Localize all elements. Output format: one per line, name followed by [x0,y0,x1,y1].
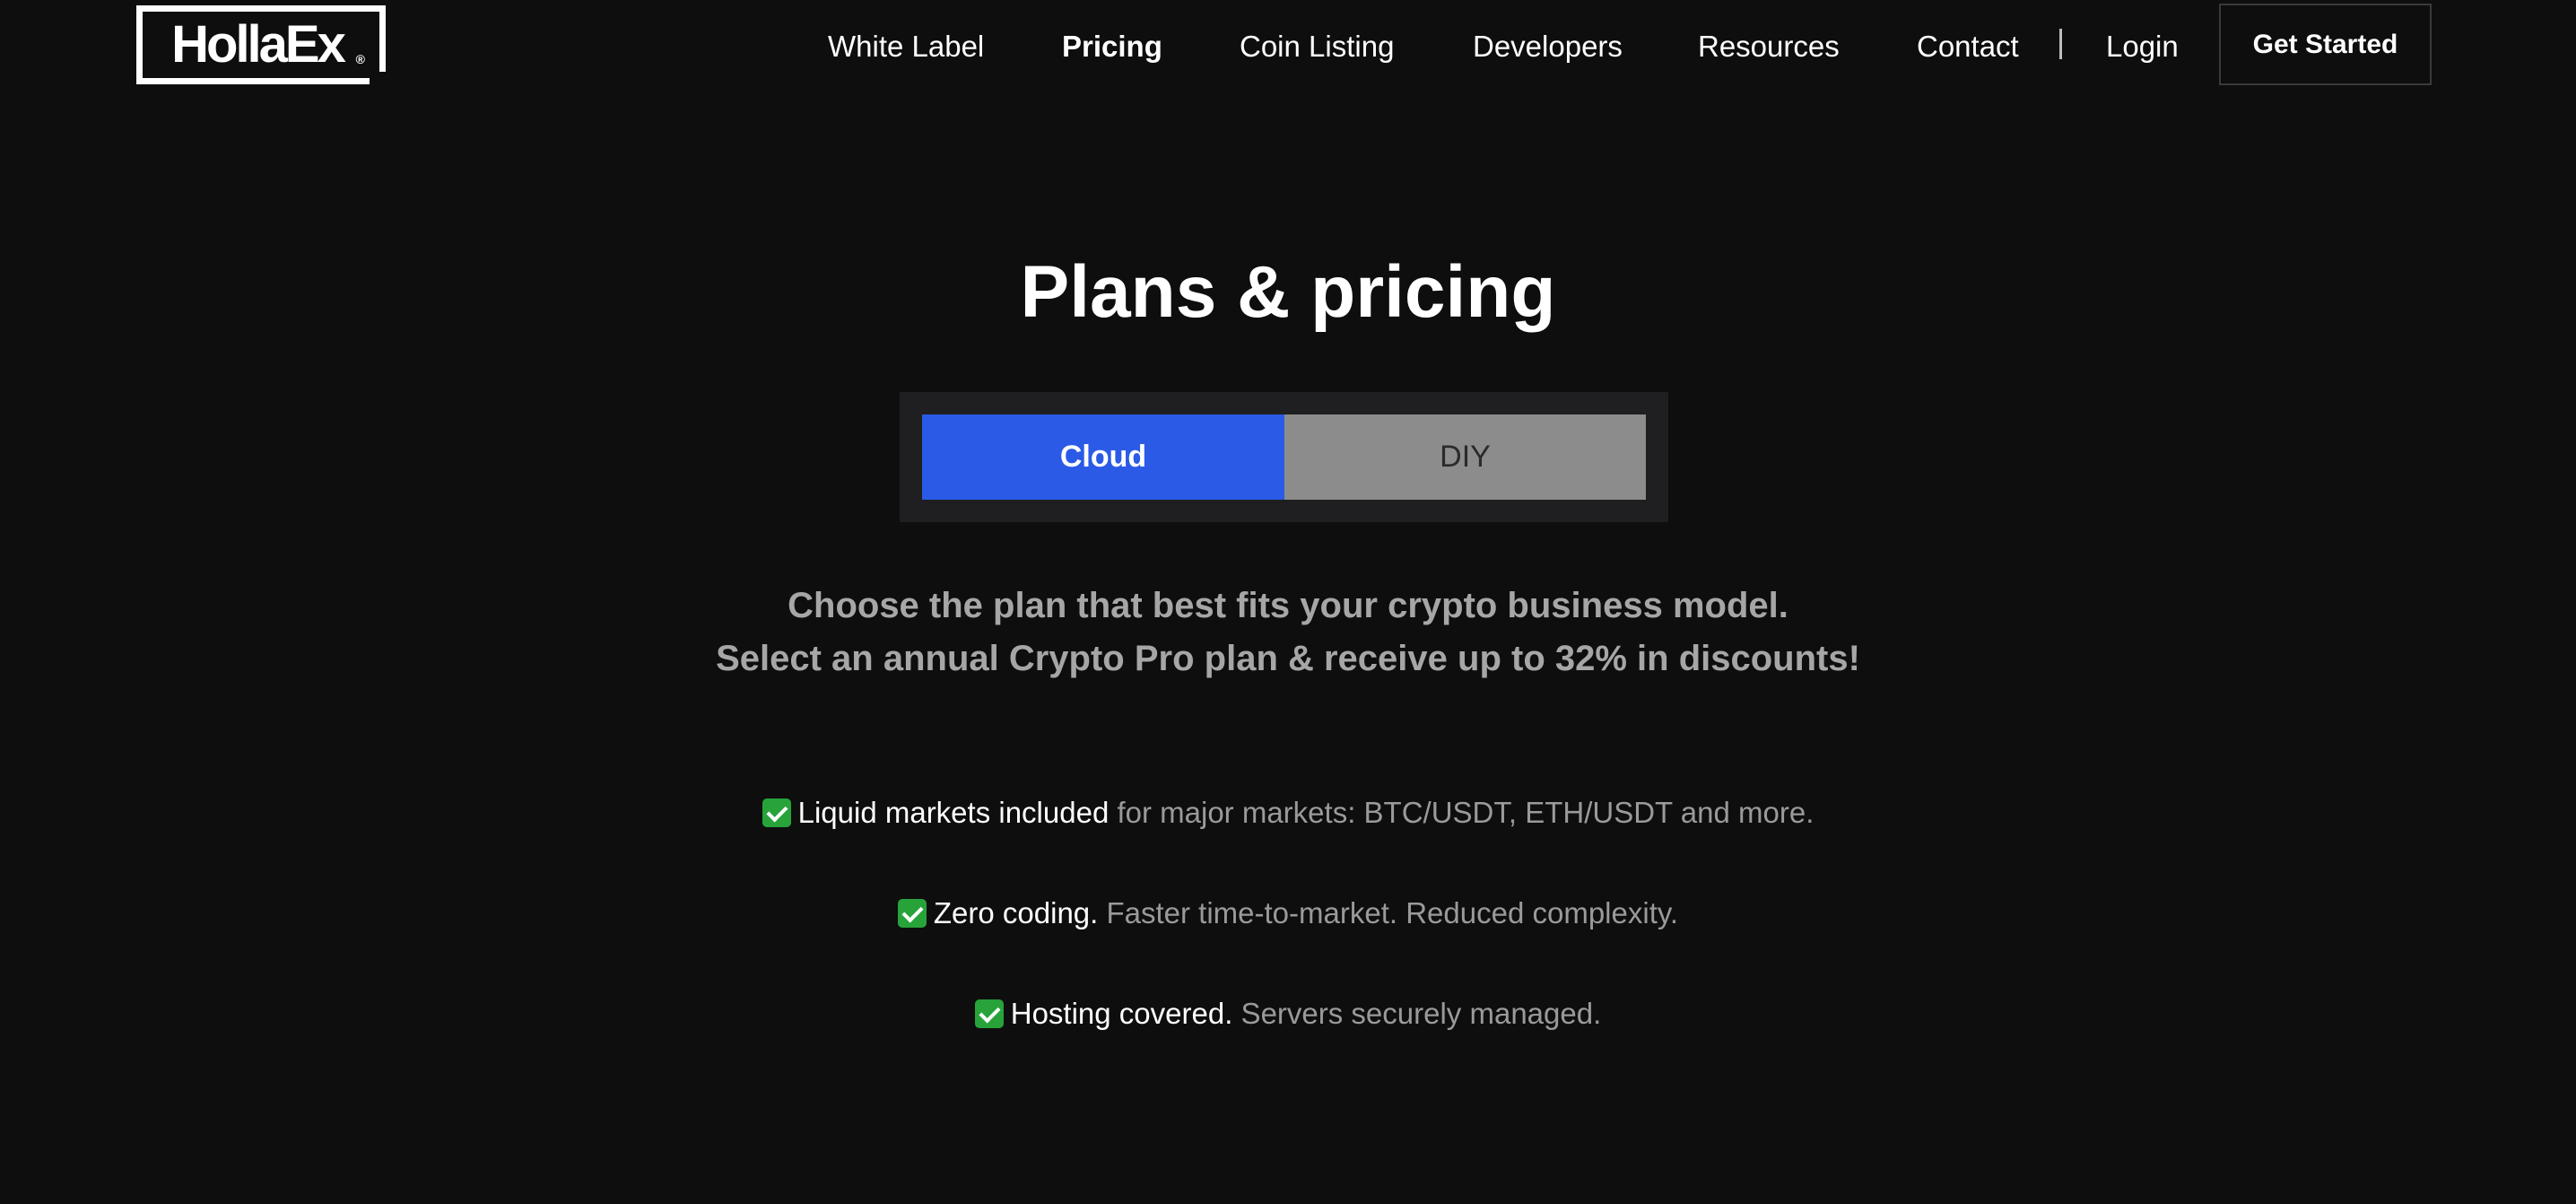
check-mark-icon [974,999,1004,1028]
registered-mark: ® [355,52,365,66]
feature-item-hosting-covered: Hosting covered. Servers securely manage… [0,991,2576,1036]
feature-title: Zero coding. [933,896,1099,929]
subtitle-line-2: Select an annual Crypto Pro plan & recei… [716,639,1860,678]
get-started-button[interactable]: Get Started [2219,4,2432,85]
feature-description: Faster time-to-market. Reduced complexit… [1098,896,1679,929]
page: HollaEx ® White Label Pricing Coin Listi… [0,0,2576,1204]
toggle-diy-option[interactable]: DIY [1284,414,1646,500]
nav-link-contact[interactable]: Contact [1917,25,2019,68]
nav-link-resources[interactable]: Resources [1698,25,1840,68]
subtitle-line-1: Choose the plan that best fits your cryp… [788,586,1788,625]
logo-text: HollaEx [171,15,346,74]
feature-description: for major markets: BTC/USDT, ETH/USDT an… [1109,796,1815,829]
check-mark-icon [761,798,791,827]
toggle-cloud-option[interactable]: Cloud [922,414,1284,500]
nav-link-login[interactable]: Login [2106,25,2179,68]
feature-title: Hosting covered. [1010,997,1233,1030]
feature-title: Liquid markets included [797,796,1110,829]
nav-link-developers[interactable]: Developers [1473,25,1623,68]
logo-notch [370,72,386,84]
nav-link-coin-listing[interactable]: Coin Listing [1240,25,1394,68]
nav-link-white-label[interactable]: White Label [828,25,984,68]
feature-item-liquid-markets: Liquid markets included for major market… [0,790,2576,835]
feature-item-zero-coding: Zero coding. Faster time-to-market. Redu… [0,891,2576,936]
plan-type-toggle: Cloud DIY [900,392,1668,522]
page-title: Plans & pricing [1020,251,1556,333]
nav-link-pricing[interactable]: Pricing [1062,25,1162,68]
check-mark-icon [897,899,927,928]
hollaex-logo[interactable]: HollaEx ® [136,5,386,84]
feature-description: Servers securely managed. [1232,997,1602,1030]
nav-divider [2059,29,2062,59]
